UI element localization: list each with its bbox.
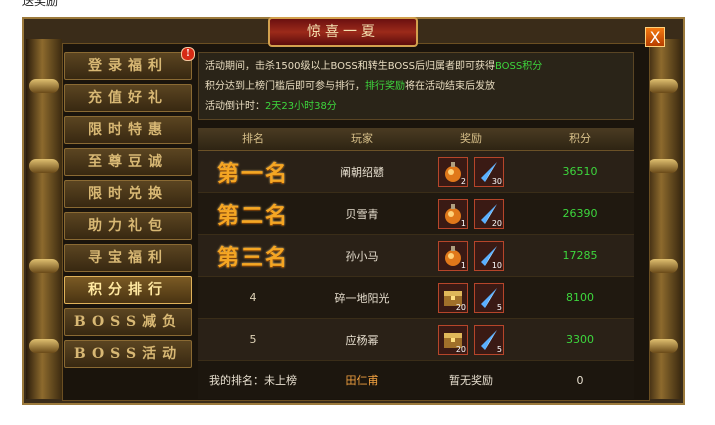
reward-item[interactable]: 20 — [438, 324, 468, 355]
reward-item[interactable]: 1 — [438, 198, 468, 229]
reward-cell: 20 5 — [416, 324, 526, 355]
table-row: 5 应杨幂 20 5 3300 — [198, 319, 634, 361]
top-caption: 送奖励 — [22, 0, 59, 8]
left-pillar — [26, 39, 62, 399]
menu-item-label: BOSS活动 — [73, 346, 183, 362]
countdown: 活动倒计时：2天23小时38分 — [205, 101, 337, 112]
player-cell: 碎一地阳光 — [334, 291, 390, 305]
reward-cell: 1 10 — [416, 240, 526, 271]
reward-item[interactable]: 2 — [438, 156, 468, 187]
menu-item-help-pack[interactable]: 助力礼包 — [64, 212, 192, 240]
menu-item-label: BOSS减负 — [73, 314, 183, 330]
score-cell: 8100 — [566, 291, 594, 304]
table-row: 第一名 阐朝绍戆 2 30 36510 — [198, 151, 634, 193]
score-cell: 26390 — [562, 207, 598, 220]
reward-count: 20 — [455, 302, 466, 312]
reward-item[interactable]: 20 — [474, 198, 504, 229]
reward-cell: 1 20 — [416, 198, 526, 229]
reward-count: 10 — [491, 260, 502, 270]
my-score: 0 — [576, 373, 584, 387]
reward-cell: 2 30 — [416, 156, 526, 187]
menu-item-supreme[interactable]: 至尊豆诚 — [64, 148, 192, 176]
table-row: 第三名 孙小马 1 10 17285 — [198, 235, 634, 277]
reward-count: 5 — [496, 344, 502, 354]
menu-item-label: 助力礼包 — [88, 218, 168, 234]
menu-item-label: 限时兑换 — [88, 186, 168, 202]
right-pillar — [645, 39, 681, 399]
menu-item-recharge-gift[interactable]: 充值好礼 — [64, 84, 192, 112]
reward-count: 30 — [491, 176, 502, 186]
table-row: 第二名 贝雪青 1 20 26390 — [198, 193, 634, 235]
my-reward: 暂无奖励 — [449, 374, 493, 387]
score-cell: 36510 — [562, 165, 598, 178]
reward-count: 1 — [460, 260, 466, 270]
my-rank-row: 我的排名：未上榜 田仁甫 暂无奖励 0 — [198, 361, 634, 399]
rank-cell: 第三名 — [216, 244, 289, 271]
menu-item-boss-reduce[interactable]: BOSS减负 — [64, 308, 192, 336]
alert-badge-icon: ! — [181, 47, 195, 61]
player-cell: 贝雪青 — [345, 207, 379, 221]
rank-cell: 5 — [249, 333, 257, 346]
score-cell: 3300 — [566, 333, 594, 346]
player-cell: 应杨幂 — [345, 333, 379, 347]
table-header: 排名 玩家 奖励 积分 — [198, 128, 634, 151]
reward-count: 5 — [496, 302, 502, 312]
reward-count: 1 — [460, 218, 466, 228]
header-rank: 排名 — [242, 132, 264, 145]
sidebar-menu: 登录福利 ! 充值好礼 限时特惠 至尊豆诚 限时兑换 助力礼包 寻宝福利 积分排… — [64, 47, 196, 372]
menu-item-label: 充值好礼 — [88, 90, 168, 106]
menu-item-label: 登录福利 — [88, 58, 168, 74]
reward-count: 2 — [460, 176, 466, 186]
menu-item-treasure-welfare[interactable]: 寻宝福利 — [64, 244, 192, 272]
header-reward: 奖励 — [460, 132, 482, 145]
header-player: 玩家 — [351, 132, 373, 145]
reward-item[interactable]: 20 — [438, 282, 468, 313]
rank-cell: 第一名 — [216, 160, 289, 187]
reward-item[interactable]: 10 — [474, 240, 504, 271]
my-player-name: 田仁甫 — [345, 374, 379, 387]
menu-item-boss-event[interactable]: BOSS活动 — [64, 340, 192, 368]
score-cell: 17285 — [562, 249, 598, 262]
info-line-2: 积分达到上榜门槛后即可参与排行，排行奖励将在活动结束后发放 — [205, 81, 495, 92]
reward-item[interactable]: 1 — [438, 240, 468, 271]
close-button[interactable]: X — [645, 27, 665, 47]
reward-item[interactable]: 5 — [474, 324, 504, 355]
info-line-1: 活动期间，击杀1500级以上BOSS和转生BOSS后归属者即可获得BOSS积分 — [205, 61, 543, 72]
reward-count: 20 — [491, 218, 502, 228]
reward-item[interactable]: 30 — [474, 156, 504, 187]
reward-cell: 20 5 — [416, 282, 526, 313]
menu-item-label: 限时特惠 — [88, 122, 168, 138]
rank-cell: 4 — [249, 291, 257, 304]
menu-item-login-welfare[interactable]: 登录福利 ! — [64, 47, 195, 80]
my-rank-label: 我的排名：未上榜 — [209, 374, 297, 387]
event-info-panel: 活动期间，击杀1500级以上BOSS和转生BOSS后归属者即可获得BOSS积分 … — [198, 52, 634, 120]
table-row: 4 碎一地阳光 20 5 8100 — [198, 277, 634, 319]
header-score: 积分 — [569, 132, 591, 145]
menu-item-points-ranking[interactable]: 积分排行 — [64, 276, 192, 304]
player-cell: 孙小马 — [345, 249, 379, 263]
menu-item-label: 积分排行 — [88, 282, 168, 298]
reward-count: 20 — [455, 344, 466, 354]
rank-cell: 第二名 — [216, 202, 289, 229]
menu-item-label: 至尊豆诚 — [88, 154, 168, 170]
reward-item[interactable]: 5 — [474, 282, 504, 313]
menu-item-limited-sale[interactable]: 限时特惠 — [64, 116, 192, 144]
ranking-table: 排名 玩家 奖励 积分 第一名 阐朝绍戆 2 30 36510 第二名 贝雪青 1 20 2639… — [198, 128, 634, 399]
window-title: 惊喜一夏 — [268, 17, 418, 47]
player-cell: 阐朝绍戆 — [340, 165, 384, 179]
menu-item-label: 寻宝福利 — [88, 250, 168, 266]
menu-item-limited-exchange[interactable]: 限时兑换 — [64, 180, 192, 208]
